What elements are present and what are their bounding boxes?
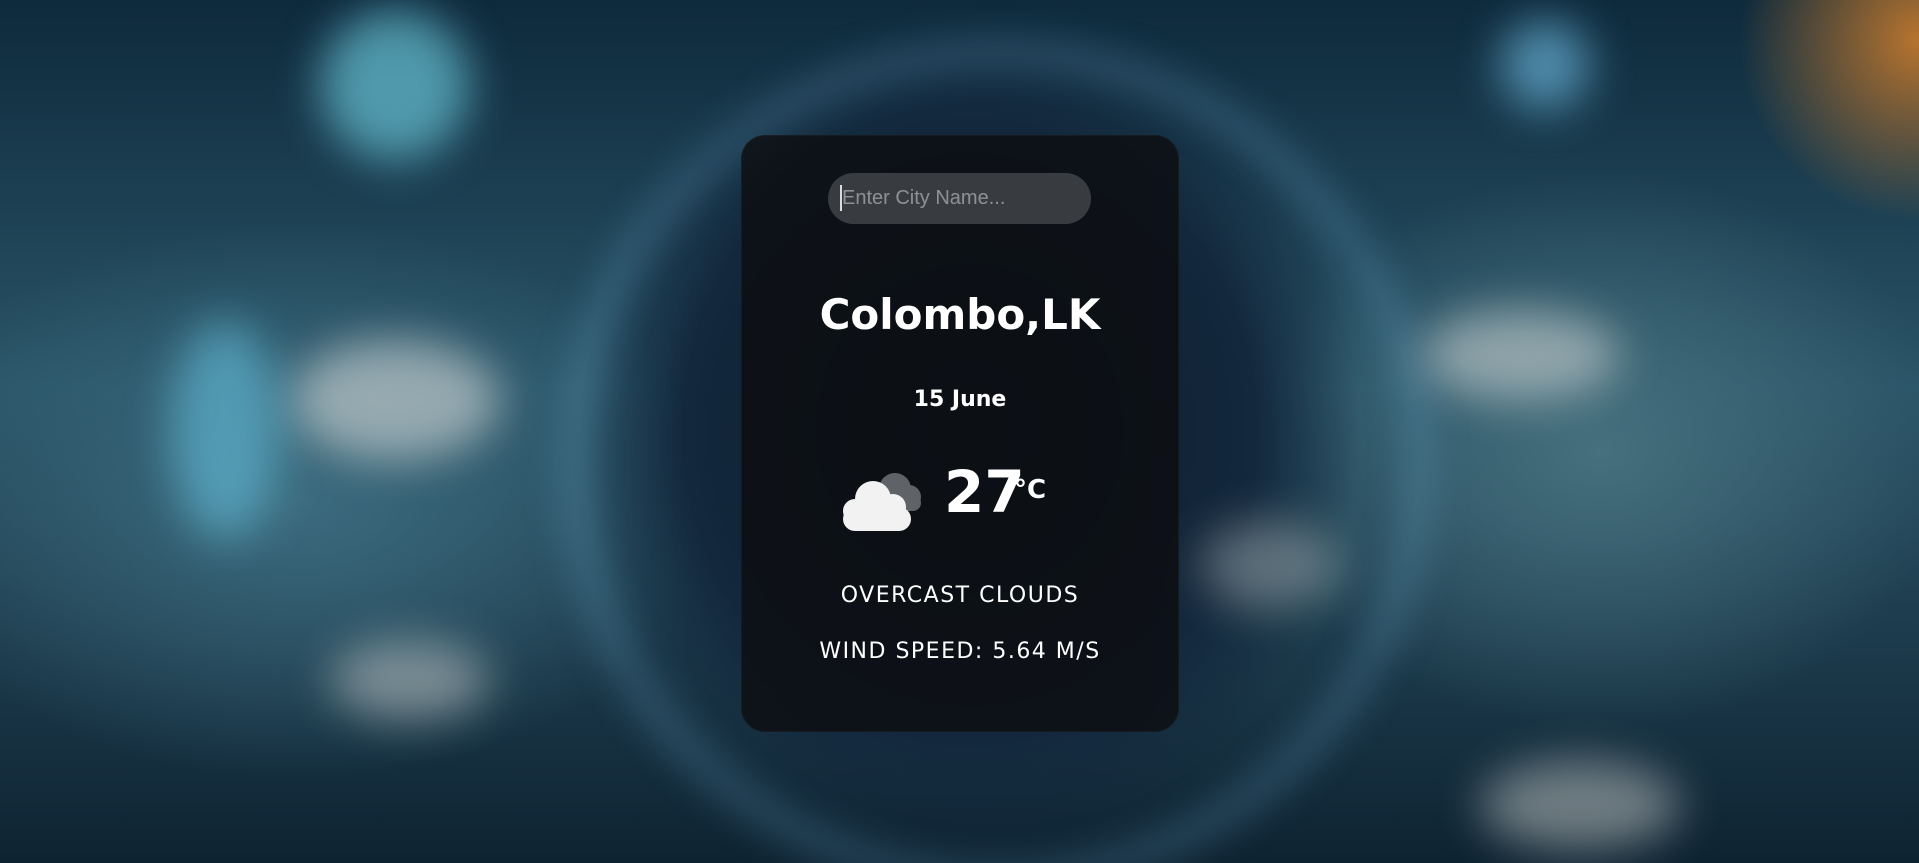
text-cursor	[840, 185, 842, 211]
temperature-row: 27 °C	[741, 457, 1179, 557]
background-cloud	[1480, 760, 1680, 850]
date-label: 15 June	[913, 387, 1007, 412]
city-name: Colombo,LK	[819, 290, 1101, 339]
background-glow	[320, 10, 470, 160]
weather-card: Colombo,LK 15 June 27 °C OVERCAST CLOUDS…	[741, 135, 1179, 732]
background-glow	[1500, 20, 1590, 110]
temperature-value: 27	[944, 458, 1025, 526]
background-glow	[170, 320, 280, 540]
temperature-unit: °C	[1014, 475, 1047, 505]
overcast-clouds-icon	[843, 473, 921, 531]
background-cloud	[1420, 310, 1620, 400]
weather-condition: OVERCAST CLOUDS	[840, 583, 1080, 608]
background-cloud	[290, 340, 500, 460]
wind-speed: WIND SPEED: 5.64 M/S	[819, 639, 1101, 664]
background-cloud	[330, 640, 490, 720]
city-search-input[interactable]	[828, 173, 1091, 224]
